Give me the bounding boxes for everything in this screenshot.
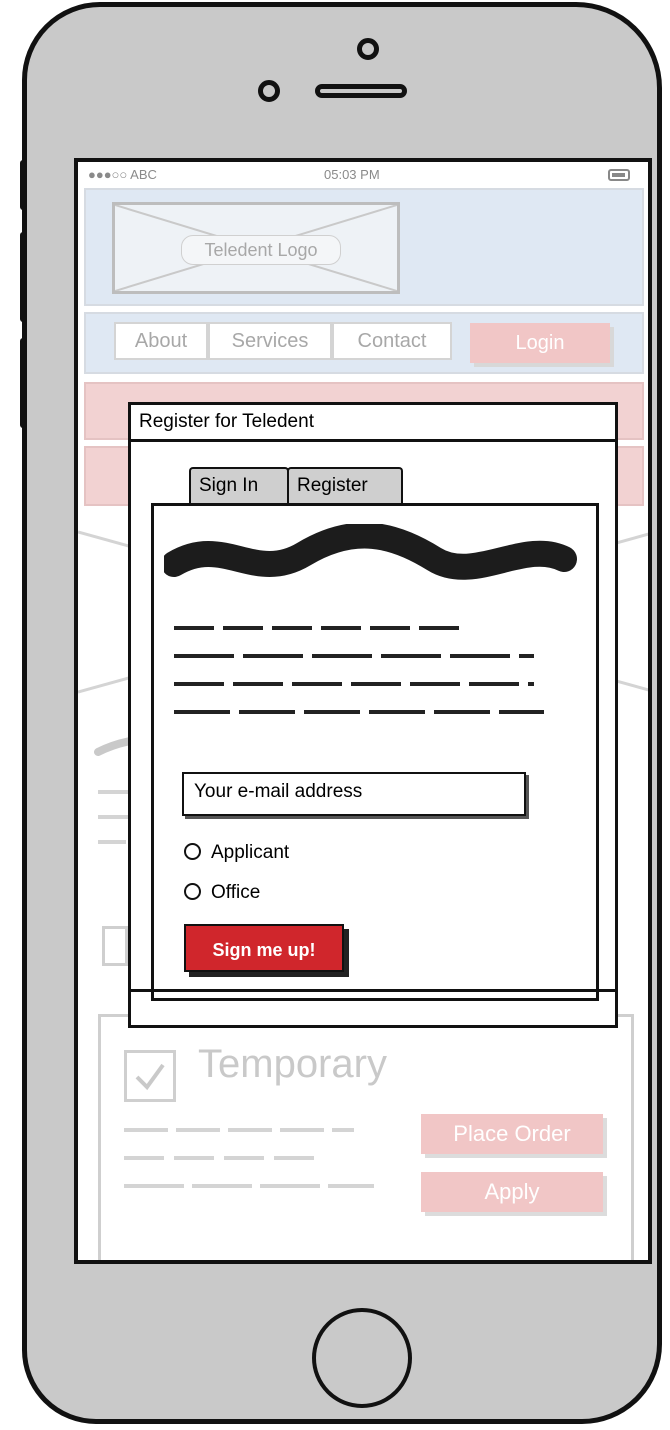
logo-placeholder: Teledent Logo <box>112 202 400 294</box>
nav-contact[interactable]: Contact <box>332 322 452 360</box>
panel-text-scribble <box>164 524 577 714</box>
logo-label: Teledent Logo <box>181 235 341 265</box>
radio-applicant-label: Applicant <box>211 842 290 863</box>
radio-office[interactable]: Office <box>184 882 260 910</box>
dialog-footer-divider <box>131 989 615 992</box>
email-field[interactable]: Your e-mail address <box>182 772 526 816</box>
sensor-icon <box>258 80 280 102</box>
background-card-text-scribble <box>124 1128 374 1188</box>
register-panel: Your e-mail address Applicant Office Sig… <box>151 503 599 1001</box>
radio-office-label: Office <box>211 882 261 903</box>
nav-services[interactable]: Services <box>208 322 332 360</box>
speaker-icon <box>315 84 407 98</box>
radio-applicant[interactable]: Applicant <box>184 842 289 870</box>
apply-button[interactable]: Apply <box>421 1172 603 1212</box>
home-button[interactable] <box>312 1308 412 1408</box>
background-checkbox <box>102 926 128 966</box>
register-dialog: Register for Teledent Sign In Register Y… <box>128 402 618 1028</box>
status-bar: ●●●○○ ABC 05:03 PM <box>78 162 648 188</box>
camera-icon <box>357 38 379 60</box>
battery-icon <box>608 169 630 181</box>
background-card-heading: Temporary <box>198 1042 387 1086</box>
checkbox-icon <box>124 1050 176 1102</box>
tab-register[interactable]: Register <box>287 467 403 505</box>
radio-icon[interactable] <box>184 883 201 900</box>
login-button[interactable]: Login <box>470 323 610 363</box>
clock: 05:03 PM <box>324 167 380 182</box>
radio-icon[interactable] <box>184 843 201 860</box>
screen: ●●●○○ ABC 05:03 PM Teledent Logo About S… <box>74 158 652 1264</box>
nav-about[interactable]: About <box>114 322 208 360</box>
sign-me-up-button[interactable]: Sign me up! <box>184 924 344 972</box>
place-order-button[interactable]: Place Order <box>421 1114 603 1154</box>
dialog-title-divider <box>131 439 615 442</box>
carrier-signal: ●●●○○ ABC <box>88 167 157 182</box>
tab-sign-in[interactable]: Sign In <box>189 467 289 505</box>
dialog-title: Register for Teledent <box>139 411 314 432</box>
